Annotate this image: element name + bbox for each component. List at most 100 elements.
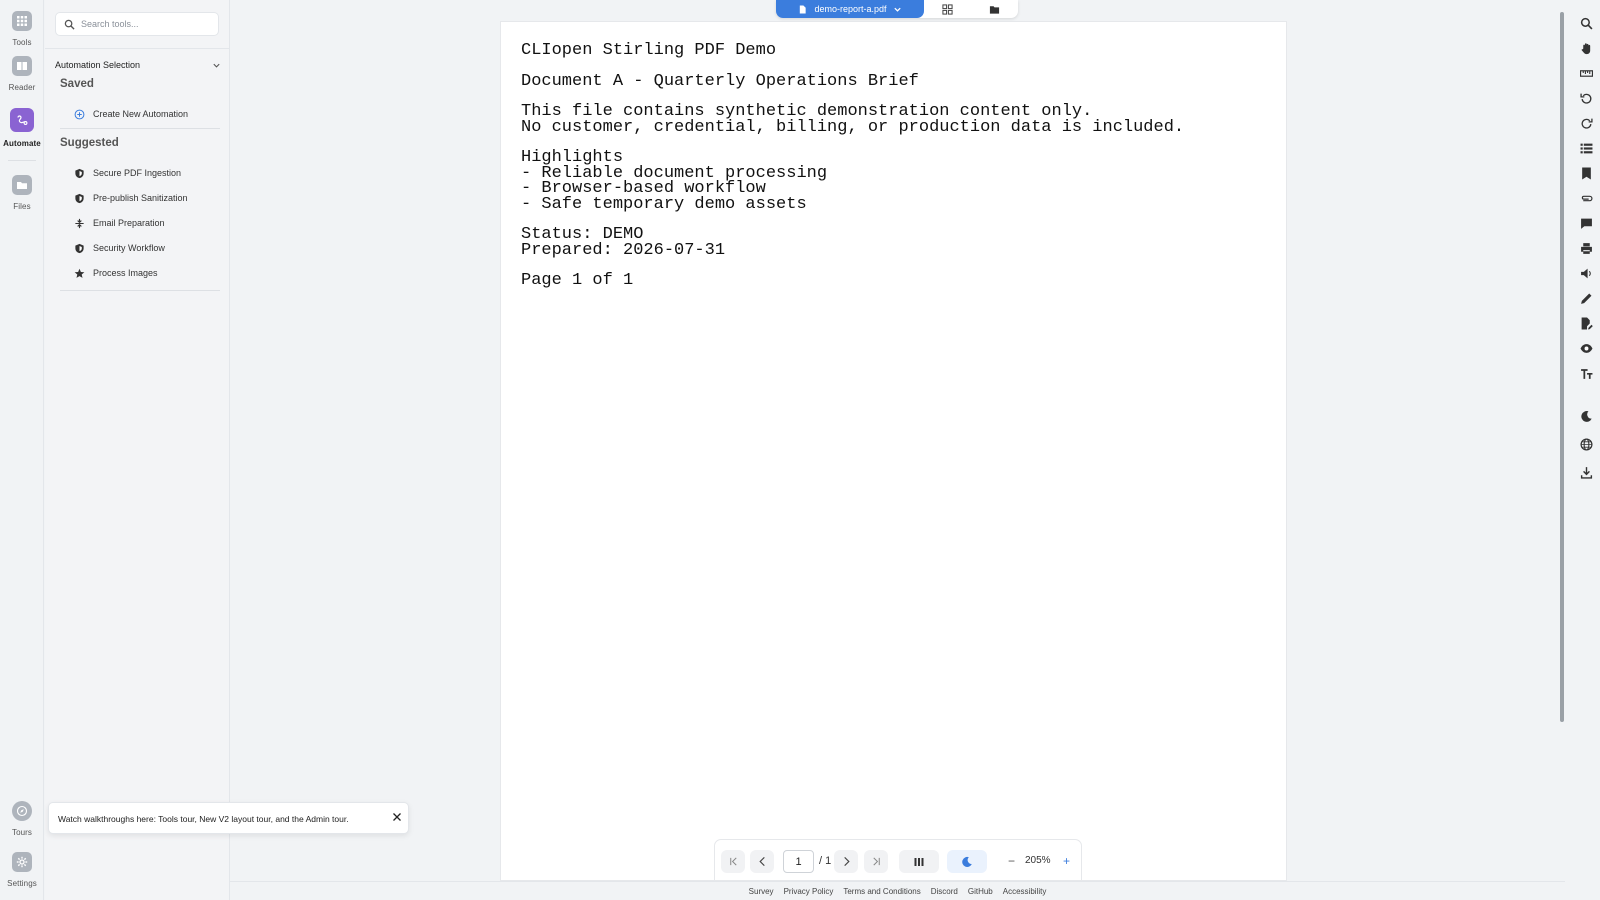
rail-label-files: Files	[13, 202, 31, 211]
printer-icon	[1580, 242, 1592, 254]
folder-icon	[989, 5, 1000, 14]
rail-item-settings[interactable]: Settings	[0, 852, 44, 888]
chevron-down-icon	[213, 63, 220, 68]
globe-icon	[1579, 437, 1593, 451]
suggested-item-label: Security Workflow	[93, 243, 165, 253]
moon-icon	[962, 856, 972, 867]
search-button[interactable]	[1579, 16, 1593, 30]
left-rail: Tools Reader Automate Files Tours Settin…	[0, 0, 44, 900]
saved-section-title: Saved	[60, 78, 94, 90]
dual-page-view-button[interactable]	[899, 850, 939, 873]
text-button[interactable]	[1579, 366, 1593, 380]
automation-selection-header[interactable]: Automation Selection	[55, 60, 221, 70]
measure-button[interactable]	[1579, 66, 1593, 80]
vertical-scrollbar[interactable]	[1560, 12, 1564, 722]
comments-button[interactable]	[1579, 216, 1593, 230]
next-page-button[interactable]	[834, 850, 858, 873]
suggested-section-title: Suggested	[60, 137, 119, 149]
add-circle-icon	[74, 109, 85, 120]
rail-item-tours[interactable]: Tours	[0, 801, 44, 837]
zoom-in-button[interactable]: +	[1063, 854, 1070, 868]
pdf-text-line: - Safe temporary demo assets	[521, 194, 807, 214]
rail-item-tools[interactable]: Tools	[0, 11, 44, 47]
pdf-page: CLIopen Stirling PDF Demo Document A - Qu…	[500, 21, 1287, 881]
text-size-icon	[1580, 368, 1592, 379]
chevron-right-icon	[843, 856, 850, 867]
theme-toggle-button[interactable]	[947, 850, 987, 873]
dark-mode-button[interactable]	[1579, 409, 1593, 423]
automation-selection-label: Automation Selection	[55, 60, 141, 70]
bookmarks-button[interactable]	[1579, 166, 1593, 180]
search-icon	[64, 19, 75, 30]
print-button[interactable]	[1579, 241, 1593, 255]
last-page-button[interactable]	[864, 850, 888, 873]
rail-item-files[interactable]: Files	[0, 175, 44, 211]
suggested-item-label: Email Preparation	[93, 218, 165, 228]
create-new-automation-button[interactable]: Create New Automation	[74, 106, 188, 122]
footer-link-privacy-policy[interactable]: Privacy Policy	[784, 887, 834, 896]
saved-divider	[60, 128, 220, 129]
page-grid-view-button[interactable]	[924, 0, 971, 18]
shield-icon	[74, 168, 85, 179]
close-icon[interactable]	[391, 811, 403, 823]
list-icon	[1580, 143, 1592, 153]
pdf-text-line: Document A - Quarterly Operations Brief	[521, 71, 919, 91]
rail-label-settings: Settings	[7, 879, 37, 888]
pan-button[interactable]	[1579, 41, 1593, 55]
footer-link-terms[interactable]: Terms and Conditions	[843, 887, 920, 896]
compass-icon	[12, 801, 32, 821]
footer-link-accessibility[interactable]: Accessibility	[1003, 887, 1047, 896]
tours-notification-text: Watch walkthroughs here: Tools tour, New…	[58, 814, 349, 824]
view-button[interactable]	[1579, 341, 1593, 355]
rail-item-automate[interactable]: Automate	[0, 108, 44, 148]
download-icon	[1580, 466, 1592, 479]
file-tab[interactable]: demo-report-a.pdf	[776, 0, 924, 18]
tours-notification: Watch walkthroughs here: Tools tour, New…	[48, 802, 409, 834]
rail-item-reader[interactable]: Reader	[0, 56, 44, 92]
suggested-item-pre-publish-sanitization[interactable]: Pre-publish Sanitization	[74, 190, 188, 206]
rail-label-tours: Tours	[11, 828, 33, 837]
attachments-button[interactable]	[1579, 191, 1593, 205]
search-input[interactable]	[81, 19, 211, 29]
footer: Survey Privacy Policy Terms and Conditio…	[230, 881, 1565, 900]
suggested-item-security-workflow[interactable]: Security Workflow	[74, 240, 165, 256]
search-box[interactable]	[55, 12, 219, 36]
reader-icon	[12, 56, 32, 76]
rotate-left-icon	[1579, 93, 1591, 104]
language-button[interactable]	[1579, 437, 1593, 451]
rail-label-reader: Reader	[8, 83, 36, 92]
moon-icon	[1580, 410, 1592, 422]
first-page-icon	[729, 857, 737, 866]
previous-page-button[interactable]	[750, 850, 774, 873]
star-icon	[74, 268, 85, 279]
speaker-icon	[1580, 268, 1591, 278]
panel-divider	[45, 48, 230, 49]
thumbnails-button[interactable]	[1579, 141, 1593, 155]
paperclip-icon	[1581, 195, 1592, 201]
rotate-left-button[interactable]	[1579, 91, 1593, 105]
chevron-down-icon	[893, 7, 901, 12]
footer-link-discord[interactable]: Discord	[931, 887, 958, 896]
suggested-item-email-preparation[interactable]: Email Preparation	[74, 215, 165, 231]
footer-link-survey[interactable]: Survey	[749, 887, 774, 896]
rail-label-tools: Tools	[12, 38, 32, 47]
suggested-item-label: Secure PDF Ingestion	[93, 168, 182, 178]
download-button[interactable]	[1579, 465, 1593, 479]
sign-button[interactable]	[1579, 316, 1593, 330]
create-new-automation-label: Create New Automation	[93, 109, 189, 119]
suggested-item-secure-pdf-ingestion[interactable]: Secure PDF Ingestion	[74, 165, 181, 181]
page-navigation-bar: / 1 − 205% +	[714, 839, 1082, 881]
rotate-right-button[interactable]	[1579, 116, 1593, 130]
page-number-input[interactable]	[783, 850, 814, 873]
suggested-item-process-images[interactable]: Process Images	[74, 265, 158, 281]
search-icon	[1580, 17, 1592, 29]
annotate-button[interactable]	[1579, 291, 1593, 305]
footer-link-github[interactable]: GitHub	[968, 887, 993, 896]
file-manager-view-button[interactable]	[971, 0, 1018, 18]
read-aloud-button[interactable]	[1579, 266, 1593, 280]
page-total: / 1	[819, 855, 832, 867]
pdf-text-line: CLIopen Stirling PDF Demo	[521, 41, 777, 60]
zoom-out-button[interactable]: −	[1008, 854, 1015, 868]
first-page-button[interactable]	[721, 850, 745, 873]
zoom-level: 205%	[1025, 855, 1051, 866]
